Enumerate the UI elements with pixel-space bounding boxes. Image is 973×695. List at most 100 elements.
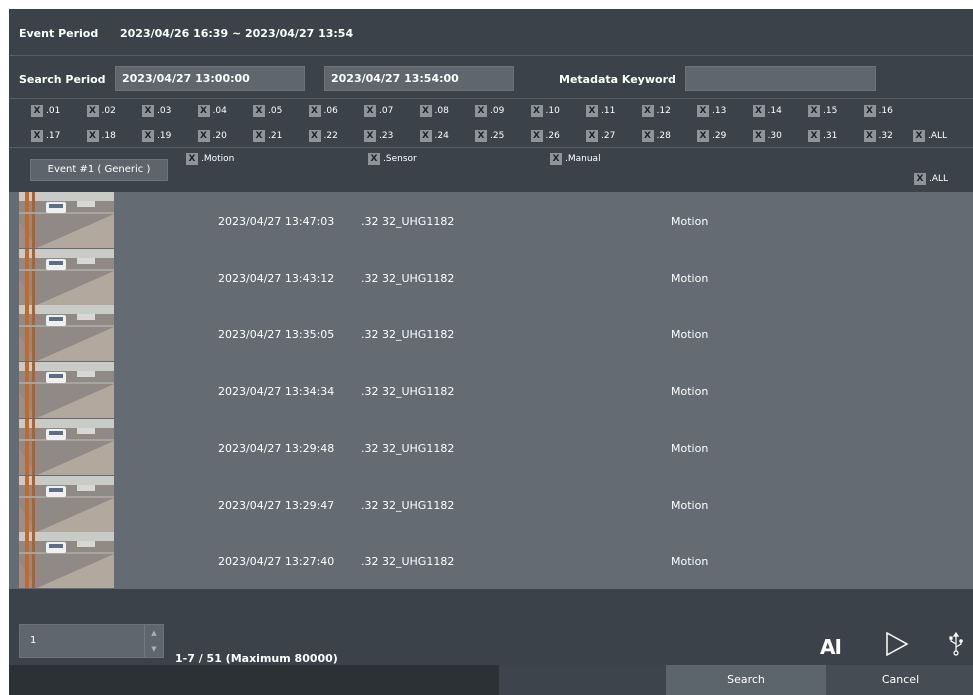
channel-checkbox[interactable]: X .02 [86, 105, 116, 117]
checkbox-label: .23 [379, 131, 394, 141]
event-type-button[interactable]: Event #1 ( Generic ) [30, 159, 168, 181]
checkbox-label: .30 [767, 131, 782, 141]
channel-checkbox[interactable]: X .23 [364, 130, 393, 142]
checkbox-mark: X [308, 130, 321, 142]
channel-checkbox[interactable]: X .11 [586, 105, 615, 117]
channel-checkbox[interactable]: X .08 [419, 105, 449, 117]
checkbox-mark: X [31, 105, 43, 117]
channel-checkbox[interactable]: X .28 [641, 130, 671, 142]
spinner-down-icon[interactable]: ▼ [145, 641, 163, 657]
event-camera: .32 32_UHG1182 [361, 498, 455, 512]
channel-checkbox[interactable]: X .16 [863, 105, 893, 117]
checkbox-mark: X [808, 105, 820, 117]
channel-checkbox[interactable]: X .04 [197, 105, 227, 117]
camera-thumbnail [19, 362, 114, 419]
channel-checkbox[interactable]: X .14 [752, 105, 782, 117]
channel-checkbox[interactable]: X .24 [419, 130, 449, 142]
checkbox-mark: X [752, 105, 765, 117]
event-type: Motion [671, 555, 709, 569]
checkbox-label: .03 [157, 106, 172, 116]
channel-checkbox[interactable]: X .25 [475, 130, 504, 142]
channel-checkbox[interactable]: X .31 [808, 130, 837, 142]
play-icon[interactable] [885, 631, 909, 657]
channel-checkbox[interactable]: X .13 [697, 105, 726, 117]
checkbox-mark: X [530, 130, 543, 142]
channel-checkbox[interactable]: X .22 [308, 130, 338, 142]
event-checkbox-motion[interactable]: X .Motion [186, 153, 234, 165]
checkbox-label: .22 [323, 131, 338, 141]
result-row[interactable]: 2023/04/27 13:29:48 .32 32_UHG1182 Motion [9, 418, 973, 476]
search-start-field[interactable]: 2023/04/27 13:00:00 [115, 66, 305, 91]
checkbox-label: .11 [601, 106, 616, 116]
search-period-label: Search Period [19, 73, 106, 86]
checkbox-label: .32 [878, 131, 893, 141]
checkbox-mark: X [419, 130, 432, 142]
channel-checkbox[interactable]: X .29 [697, 130, 726, 142]
channel-checkbox[interactable]: X .05 [253, 105, 282, 117]
channel-checkbox[interactable]: X .01 [31, 105, 60, 117]
search-button[interactable]: Search [666, 665, 826, 695]
checkbox-label: .Motion [201, 154, 235, 164]
checkbox-label: .Sensor [383, 154, 417, 164]
checkbox-mark: X [530, 105, 543, 117]
channel-checkbox[interactable]: X .19 [142, 130, 171, 142]
checkbox-label: .12 [656, 106, 671, 116]
checkbox-mark: X [253, 105, 265, 117]
channel-checkbox[interactable]: X .20 [197, 130, 227, 142]
channel-checkbox[interactable]: X .27 [586, 130, 615, 142]
channel-checkbox[interactable]: X .26 [530, 130, 560, 142]
page-spinner[interactable]: 1 ▲ ▼ [19, 624, 164, 658]
result-row[interactable]: 2023/04/27 13:34:34 .32 32_UHG1182 Motion [9, 362, 973, 419]
event-checkbox-sensor[interactable]: X .Sensor [368, 153, 417, 165]
channel-checkbox[interactable]: X .15 [808, 105, 837, 117]
channel-checkbox[interactable]: X .10 [530, 105, 560, 117]
checkbox-mark: X [913, 130, 925, 142]
event-checkbox-manual[interactable]: X .Manual [550, 153, 601, 165]
checkbox-label: .29 [712, 131, 727, 141]
result-row[interactable]: 2023/04/27 13:35:05 .32 32_UHG1182 Motion [9, 305, 973, 362]
event-time: 2023/04/27 13:35:05 [218, 328, 335, 342]
cancel-button[interactable]: Cancel [826, 665, 973, 695]
metadata-keyword-label: Metadata Keyword [559, 73, 676, 86]
result-row[interactable]: 2023/04/27 13:47:03 .32 32_UHG1182 Motion [9, 192, 973, 249]
checkbox-mark: X [142, 105, 154, 117]
checkbox-mark: X [863, 130, 876, 142]
event-camera: .32 32_UHG1182 [361, 328, 455, 342]
divider [9, 147, 973, 148]
usb-icon[interactable] [949, 632, 963, 656]
spinner-up-icon[interactable]: ▲ [145, 625, 163, 641]
channel-checkbox[interactable]: X .18 [86, 130, 116, 142]
channel-checkbox[interactable]: X .21 [253, 130, 282, 142]
channel-checkbox[interactable]: X .30 [752, 130, 782, 142]
search-end-field[interactable]: 2023/04/27 13:54:00 [324, 66, 514, 91]
event-type: Motion [671, 271, 709, 285]
event-camera: .32 32_UHG1182 [361, 385, 455, 399]
checkbox-mark: X [475, 105, 487, 117]
page-input[interactable]: 1 [30, 635, 36, 646]
ai-button[interactable]: AI [820, 635, 842, 659]
result-row[interactable]: 2023/04/27 13:27:40 .32 32_UHG1182 Motion [9, 532, 973, 589]
checkbox-label: .25 [490, 131, 505, 141]
checkbox-label: .27 [601, 131, 616, 141]
channel-checkbox[interactable]: X .32 [863, 130, 893, 142]
channel-checkbox[interactable]: X .07 [364, 105, 393, 117]
channel-checkbox[interactable]: X .17 [31, 130, 60, 142]
event-type: Motion [671, 328, 709, 342]
event-type: Motion [671, 385, 709, 399]
channel-checkbox[interactable]: X .09 [475, 105, 504, 117]
event-checkbox-all[interactable]: X .ALL [914, 173, 948, 185]
metadata-keyword-input[interactable] [685, 66, 876, 91]
checkbox-mark: X [31, 130, 43, 142]
checkbox-mark: X [641, 130, 654, 142]
result-row[interactable]: 2023/04/27 13:29:47 .32 32_UHG1182 Motion [9, 475, 973, 533]
event-time: 2023/04/27 13:47:03 [218, 215, 335, 228]
checkbox-label: .19 [157, 131, 172, 141]
channel-checkbox[interactable]: X .06 [308, 105, 338, 117]
channel-checkbox[interactable]: X .12 [641, 105, 671, 117]
channel-checkbox[interactable]: X .03 [142, 105, 171, 117]
result-row[interactable]: 2023/04/27 13:43:12 .32 32_UHG1182 Motion [9, 248, 973, 306]
checkbox-label: .04 [212, 106, 227, 116]
channel-checkbox-all[interactable]: X .ALL [913, 130, 947, 142]
checkbox-label: .15 [823, 106, 838, 116]
event-time: 2023/04/27 13:43:12 [218, 271, 335, 285]
